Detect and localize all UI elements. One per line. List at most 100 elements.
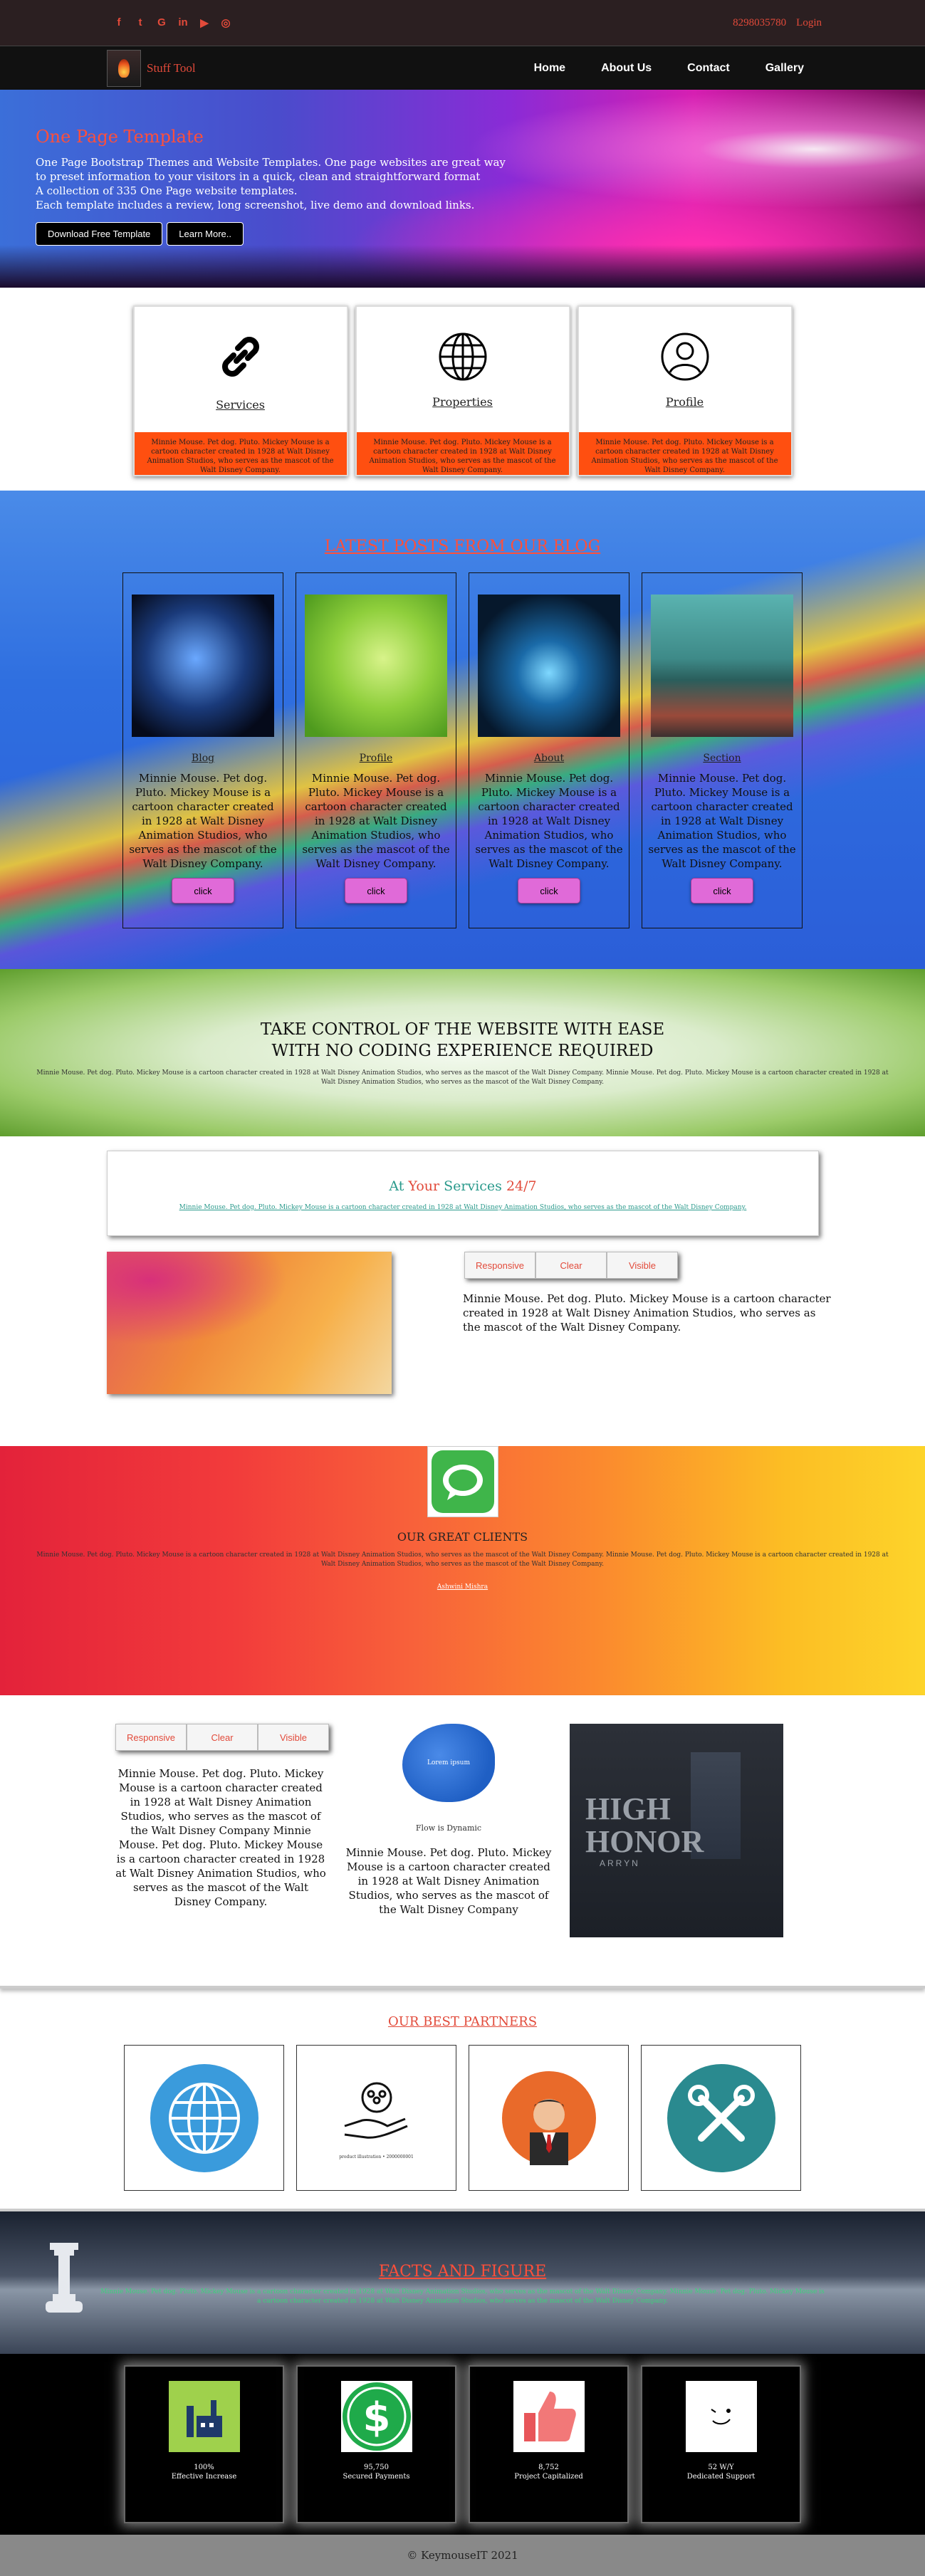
blog-image — [132, 595, 274, 737]
heading-word: Your — [408, 1178, 440, 1194]
tab-clear[interactable]: Clear — [535, 1252, 607, 1279]
stat-value: 95,750 — [364, 2464, 389, 2471]
phone-link[interactable]: 8298035780 — [733, 17, 786, 29]
footer: © KeymouseIT 2021 — [0, 2535, 925, 2576]
stat-label: Dedicated Support — [686, 2473, 756, 2481]
linkedin-icon[interactable]: in — [178, 16, 188, 29]
service-title[interactable]: Services — [216, 398, 265, 412]
click-button[interactable]: click — [345, 878, 407, 904]
stat-label: Secured Payments — [343, 2473, 410, 2481]
blog-card: Blog Minnie Mouse. Pet dog. Pluto. Micke… — [122, 572, 283, 928]
services-247-link[interactable]: Minnie Mouse. Pet dog. Pluto. Mickey Mou… — [108, 1204, 818, 1211]
service-card: Properties Minnie Mouse. Pet dog. Pluto.… — [355, 305, 570, 476]
blog-card-text: Minnie Mouse. Pet dog. Pluto. Mickey Mou… — [648, 772, 796, 870]
navbar: Stuff Tool Home About Us Contact Gallery — [0, 46, 925, 90]
heading-word: At — [389, 1178, 404, 1194]
tab-clear[interactable]: Clear — [187, 1724, 258, 1751]
svg-text:$: $ — [362, 2394, 390, 2441]
handshake-icon — [344, 2082, 408, 2139]
globe-icon — [439, 333, 486, 380]
blog-section: LATEST POSTS FROM OUR BLOG Blog Minnie M… — [0, 491, 925, 969]
learn-more-button[interactable]: Learn More.. — [167, 222, 244, 246]
dollar-icon: $ — [340, 2381, 412, 2452]
click-button[interactable]: click — [172, 878, 234, 904]
hero-title: One Page Template — [36, 127, 204, 147]
hero-line: Each template includes a review, long sc… — [36, 199, 475, 211]
service-text: Minnie Mouse. Pet dog. Pluto. Mickey Mou… — [578, 432, 791, 475]
control-title: TAKE CONTROL OF THE WEBSITE WITH EASE WI… — [0, 969, 925, 1062]
brand[interactable]: Stuff Tool — [107, 49, 196, 87]
flow-left-text: Minnie Mouse. Pet dog. Pluto. Mickey Mou… — [115, 1767, 326, 1908]
hero-line: to preset information to your visitors i… — [36, 170, 481, 183]
partners-section: OUR BEST PARTNERS product illustration •… — [0, 1989, 925, 2211]
clients-section: OUR GREAT CLIENTS Minnie Mouse. Pet dog.… — [0, 1446, 925, 1695]
partner-card[interactable] — [469, 2045, 629, 2191]
blog-image — [478, 595, 620, 737]
tab-visible[interactable]: Visible — [607, 1252, 678, 1279]
feature-tabs: Responsive Clear Visible — [115, 1724, 329, 1751]
pedestal-icon — [46, 2243, 83, 2313]
client-name-link[interactable]: Ashwini Mishra — [0, 1583, 925, 1591]
blog-image — [305, 595, 447, 737]
blog-card-title[interactable]: Blog — [192, 753, 214, 764]
click-button[interactable]: click — [518, 878, 580, 904]
flow-middle: Lorem ipsum Flow is Dynamic Minnie Mouse… — [342, 1724, 555, 1917]
service-text: Minnie Mouse. Pet dog. Pluto. Mickey Mou… — [134, 432, 347, 475]
nav-item-contact[interactable]: Contact — [687, 62, 730, 75]
control-text: Minnie Mouse. Pet dog. Pluto. Mickey Mou… — [36, 1069, 889, 1086]
twitter-icon[interactable]: t — [135, 16, 145, 29]
flow-section: Responsive Clear Visible Minnie Mouse. P… — [0, 1695, 925, 1989]
tab-responsive[interactable]: Responsive — [115, 1724, 187, 1751]
image-title: HONOR — [585, 1824, 704, 1859]
services-247-heading: At Your Services 24/7 — [108, 1178, 818, 1194]
services-247-section: At Your Services 24/7 Minnie Mouse. Pet … — [0, 1136, 925, 1410]
partner-caption: product illustration • 2000000001 — [339, 2154, 414, 2159]
tools-icon — [667, 2063, 775, 2172]
partner-card[interactable]: product illustration • 2000000001 — [296, 2045, 456, 2191]
hero-line: One Page Bootstrap Themes and Website Te… — [36, 156, 506, 169]
stat-card: 8,752 Project Capitalized — [469, 2365, 629, 2523]
service-text: Minnie Mouse. Pet dog. Pluto. Mickey Mou… — [356, 432, 569, 475]
partner-card[interactable] — [124, 2045, 284, 2191]
blog-card-title[interactable]: About — [534, 753, 564, 764]
top-bar: f t G in ▶ ◎ 8298035780 Login — [0, 0, 925, 46]
nav-item-gallery[interactable]: Gallery — [765, 62, 804, 75]
services-247-text: Minnie Mouse. Pet dog. Pluto. Mickey Mou… — [463, 1292, 831, 1334]
facts-title: FACTS AND FIGURE — [378, 2263, 547, 2281]
hero-banner: One Page Template One Page Bootstrap The… — [0, 90, 925, 288]
blog-card-text: Minnie Mouse. Pet dog. Pluto. Mickey Mou… — [475, 772, 623, 870]
nav-item-home[interactable]: Home — [534, 62, 565, 75]
instagram-icon[interactable]: ◎ — [221, 16, 231, 29]
blog-card-title[interactable]: Profile — [360, 753, 393, 764]
service-title[interactable]: Properties — [432, 395, 493, 409]
tab-visible[interactable]: Visible — [258, 1724, 329, 1751]
flame-logo-icon — [107, 49, 141, 87]
service-title[interactable]: Profile — [666, 395, 704, 409]
stat-card: 52 W/Y Dedicated Support — [641, 2365, 801, 2523]
click-button[interactable]: click — [691, 878, 753, 904]
blog-card: Section Minnie Mouse. Pet dog. Pluto. Mi… — [642, 572, 803, 928]
partner-card[interactable] — [641, 2045, 801, 2191]
stat-label: Effective Increase — [171, 2473, 237, 2481]
youtube-icon[interactable]: ▶ — [199, 16, 209, 29]
flow-middle-text: Minnie Mouse. Pet dog. Pluto. Mickey Mou… — [345, 1846, 552, 1916]
blog-title: LATEST POSTS FROM OUR BLOG — [324, 538, 601, 555]
download-template-button[interactable]: Download Free Template — [36, 222, 163, 246]
high-honor-image: HIGH HONOR ARRYN — [570, 1724, 783, 1937]
stat-value: 8,752 — [538, 2464, 559, 2471]
nav-item-about-us[interactable]: About Us — [601, 62, 652, 75]
google-icon[interactable]: G — [157, 16, 167, 29]
tab-responsive[interactable]: Responsive — [464, 1252, 535, 1279]
copyright-text: © KeymouseIT 2021 — [407, 2549, 518, 2562]
chat-app-icon — [427, 1446, 498, 1517]
stat-card: $ 95,750 Secured Payments — [296, 2365, 456, 2523]
heading-word: Services — [444, 1178, 502, 1194]
blog-card-title[interactable]: Section — [703, 753, 741, 764]
control-title-line: WITH NO CODING EXPERIENCE REQUIRED — [271, 1042, 654, 1060]
facebook-icon[interactable]: f — [114, 16, 124, 29]
link-icon — [221, 336, 259, 377]
blog-image — [651, 595, 793, 737]
feature-tabs: Responsive Clear Visible — [464, 1252, 678, 1279]
login-link[interactable]: Login — [796, 17, 822, 29]
autumn-image — [107, 1252, 392, 1394]
